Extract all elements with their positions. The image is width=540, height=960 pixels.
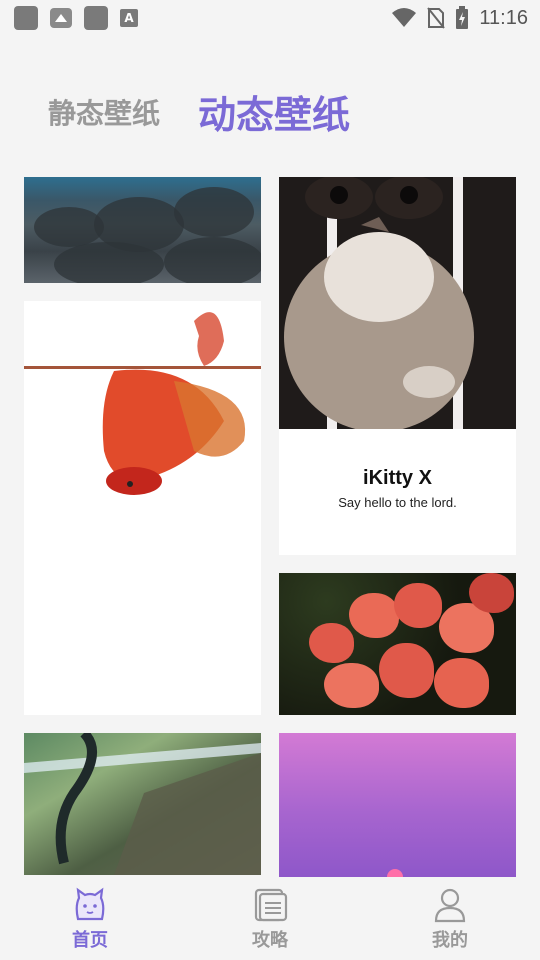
nav-profile-label: 我的 bbox=[432, 930, 468, 951]
document-icon bbox=[254, 888, 288, 922]
wallpaper-card-mountain[interactable] bbox=[24, 733, 261, 875]
no-sim-icon bbox=[427, 7, 446, 29]
clock: 11:16 bbox=[479, 6, 528, 29]
wallpaper-card-rocks[interactable] bbox=[24, 177, 261, 283]
app-icon bbox=[14, 6, 38, 30]
app-icon bbox=[84, 6, 108, 30]
nav-profile[interactable]: 我的 bbox=[390, 878, 510, 952]
wallpaper-card-ikitty[interactable]: iKitty X Say hello to the lord. bbox=[279, 177, 516, 555]
wallpaper-card-flower[interactable] bbox=[279, 573, 516, 715]
system-icons: 11:16 bbox=[391, 6, 528, 30]
battery-charging-icon bbox=[456, 6, 469, 29]
tab-static-wallpaper[interactable]: 静态壁纸 bbox=[48, 92, 160, 132]
status-bar: A 11:16 bbox=[0, 0, 540, 36]
person-icon bbox=[434, 888, 466, 923]
a-icon: A bbox=[120, 9, 138, 27]
tab-dynamic-wallpaper[interactable]: 动态壁纸 bbox=[198, 84, 350, 139]
card-title: iKitty X bbox=[363, 467, 432, 489]
bottom-navigation: 首页 攻略 我的 bbox=[0, 878, 540, 960]
nav-guide[interactable]: 攻略 bbox=[210, 878, 330, 952]
wifi-icon bbox=[392, 8, 417, 27]
nav-guide-label: 攻略 bbox=[252, 930, 288, 951]
wallpaper-tabs: 静态壁纸 动态壁纸 bbox=[48, 84, 350, 139]
goldfish-image bbox=[24, 312, 261, 495]
nav-home[interactable]: 首页 bbox=[30, 878, 150, 952]
nav-home-label: 首页 bbox=[72, 930, 108, 951]
cat-image bbox=[279, 177, 516, 429]
mountain-image bbox=[24, 733, 261, 875]
wallpaper-card-goldfish[interactable] bbox=[24, 301, 261, 715]
image-icon bbox=[50, 8, 72, 28]
notification-icons: A bbox=[14, 6, 138, 30]
wallpaper-card-purple[interactable] bbox=[279, 733, 516, 877]
cat-face-icon bbox=[75, 887, 105, 921]
card-subtitle: Say hello to the lord. bbox=[338, 495, 457, 510]
